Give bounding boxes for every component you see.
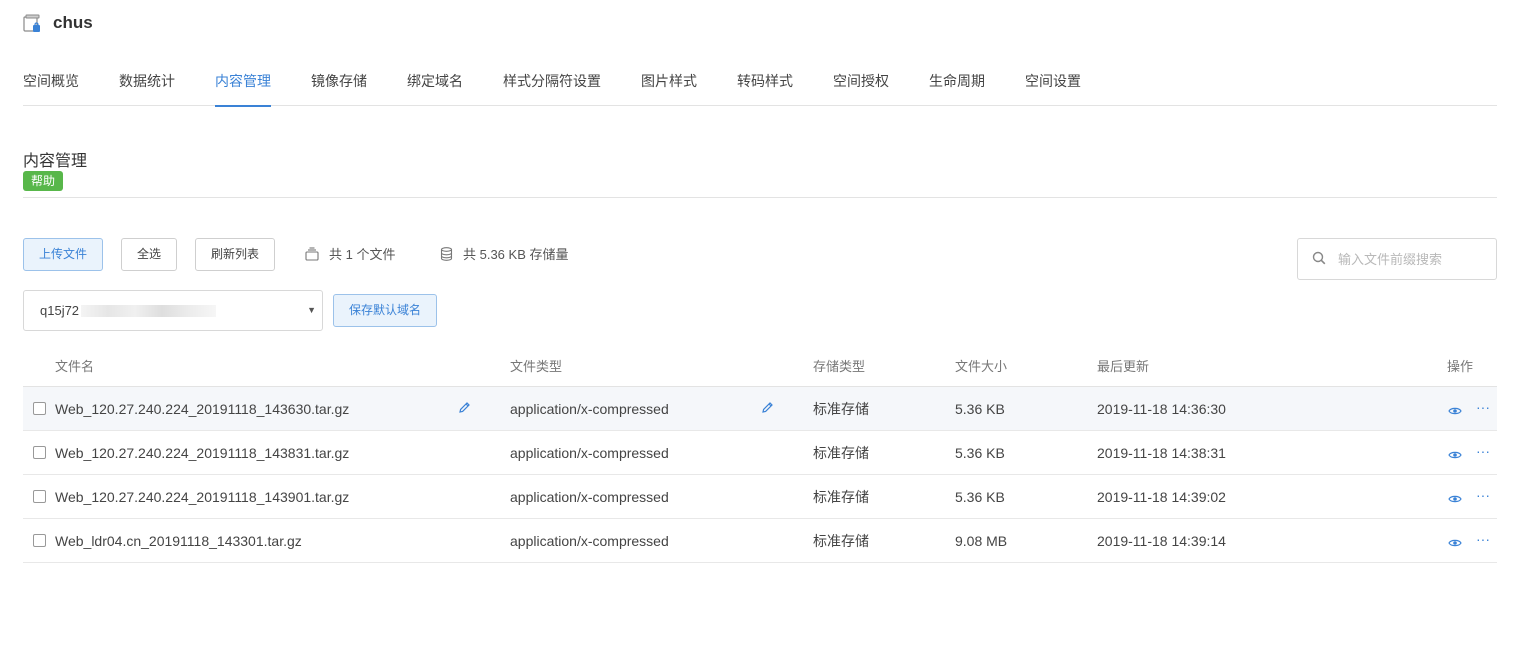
files-stack-icon: [305, 246, 319, 261]
storage-type: 标准存储: [813, 488, 869, 505]
file-count-text: 共 1 个文件: [329, 247, 396, 262]
search-input[interactable]: [1338, 251, 1488, 267]
help-badge[interactable]: 帮助: [23, 171, 64, 191]
upload-file-button[interactable]: 上传文件: [23, 238, 103, 271]
eye-icon[interactable]: [1448, 447, 1462, 463]
search-box: [1297, 238, 1497, 280]
edit-type-icon[interactable]: [761, 401, 774, 417]
storage-text: 共 5.36 KB 存储量: [463, 247, 569, 262]
file-size: 5.36 KB: [955, 488, 1005, 505]
divider: [23, 197, 1497, 198]
page-title: chus: [53, 13, 93, 32]
file-size: 5.36 KB: [955, 444, 1005, 461]
file-name[interactable]: Web_ldr04.cn_20191118_143301.tar.gz: [55, 533, 302, 549]
storage-stat: 共 5.36 KB 存储量: [440, 244, 568, 263]
last-updated: 2019-11-18 14:39:14: [1097, 532, 1226, 549]
last-updated: 2019-11-18 14:39:02: [1097, 488, 1226, 505]
more-actions-icon[interactable]: ···: [1476, 487, 1490, 503]
more-actions-icon[interactable]: ···: [1476, 399, 1490, 415]
storage-type: 标准存储: [813, 400, 869, 417]
last-updated: 2019-11-18 14:36:30: [1097, 400, 1226, 417]
column-header-storage[interactable]: 存储类型: [813, 356, 865, 375]
eye-icon[interactable]: [1448, 491, 1462, 507]
row-checkbox[interactable]: [33, 446, 46, 459]
eye-icon[interactable]: [1448, 403, 1462, 419]
file-table: 文件名 文件类型 存储类型 文件大小 最后更新 操作 Web_120.27.24…: [23, 344, 1497, 563]
column-header-name[interactable]: 文件名: [55, 356, 94, 375]
database-icon: [440, 246, 453, 261]
edit-name-icon[interactable]: [458, 401, 471, 417]
file-size: 5.36 KB: [955, 400, 1005, 417]
file-size: 9.08 MB: [955, 532, 1008, 549]
chevron-down-icon: ▼: [307, 305, 316, 315]
tab-bind-domain[interactable]: 绑定域名: [407, 56, 463, 106]
row-checkbox[interactable]: [33, 402, 46, 415]
tab-image-style[interactable]: 图片样式: [641, 56, 697, 106]
tab-statistics[interactable]: 数据统计: [119, 56, 175, 106]
tab-space-authorization[interactable]: 空间授权: [833, 56, 889, 106]
more-actions-icon[interactable]: ···: [1476, 443, 1490, 459]
last-updated: 2019-11-18 14:38:31: [1097, 444, 1226, 461]
tab-bar: 空间概览 数据统计 内容管理 镜像存储 绑定域名 样式分隔符设置 图片样式 转码…: [23, 56, 1497, 107]
tab-style-separator[interactable]: 样式分隔符设置: [503, 56, 601, 106]
tab-overview[interactable]: 空间概览: [23, 56, 79, 106]
domain-select[interactable]: q15j72 ▼: [23, 290, 323, 331]
row-checkbox[interactable]: [33, 534, 46, 547]
table-row[interactable]: Web_120.27.240.224_20191118_143630.tar.g…: [23, 387, 1497, 431]
table-header: 文件名 文件类型 存储类型 文件大小 最后更新 操作: [23, 344, 1497, 387]
tab-mirror-storage[interactable]: 镜像存储: [311, 56, 367, 106]
bucket-icon: [23, 13, 41, 33]
tab-space-settings[interactable]: 空间设置: [1025, 56, 1081, 106]
file-count-stat: 共 1 个文件: [305, 244, 395, 263]
row-checkbox[interactable]: [33, 490, 46, 503]
column-header-type[interactable]: 文件类型: [510, 356, 562, 375]
more-actions-icon[interactable]: ···: [1476, 531, 1490, 547]
tab-content-management[interactable]: 内容管理: [215, 56, 271, 107]
file-type: application/x-compressed: [510, 532, 669, 549]
file-type: application/x-compressed: [510, 400, 669, 417]
storage-type: 标准存储: [813, 532, 869, 549]
table-row[interactable]: Web_120.27.240.224_20191118_143831.tar.g…: [23, 431, 1497, 475]
search-icon: [1312, 251, 1326, 268]
file-type: application/x-compressed: [510, 488, 669, 505]
refresh-list-button[interactable]: 刷新列表: [195, 238, 275, 271]
storage-type: 标准存储: [813, 444, 869, 461]
table-row[interactable]: Web_120.27.240.224_20191118_143901.tar.g…: [23, 475, 1497, 519]
tab-lifecycle[interactable]: 生命周期: [929, 56, 985, 106]
domain-value: q15j72: [40, 303, 80, 318]
file-type: application/x-compressed: [510, 444, 669, 461]
tab-transcode-style[interactable]: 转码样式: [737, 56, 793, 106]
file-name[interactable]: Web_120.27.240.224_20191118_143630.tar.g…: [55, 401, 349, 417]
section-title: 内容管理: [23, 153, 88, 170]
file-name[interactable]: Web_120.27.240.224_20191118_143831.tar.g…: [55, 445, 349, 461]
page-header: chus: [23, 13, 93, 33]
domain-redacted: [81, 304, 217, 317]
select-all-button[interactable]: 全选: [121, 238, 177, 271]
column-header-size[interactable]: 文件大小: [955, 356, 1007, 375]
file-name[interactable]: Web_120.27.240.224_20191118_143901.tar.g…: [55, 489, 349, 505]
column-header-actions: 操作: [1447, 358, 1474, 374]
column-header-updated[interactable]: 最后更新: [1097, 356, 1149, 375]
save-default-domain-button[interactable]: 保存默认域名: [333, 294, 437, 327]
eye-icon[interactable]: [1448, 535, 1462, 551]
table-row[interactable]: Web_ldr04.cn_20191118_143301.tar.gz appl…: [23, 519, 1497, 563]
